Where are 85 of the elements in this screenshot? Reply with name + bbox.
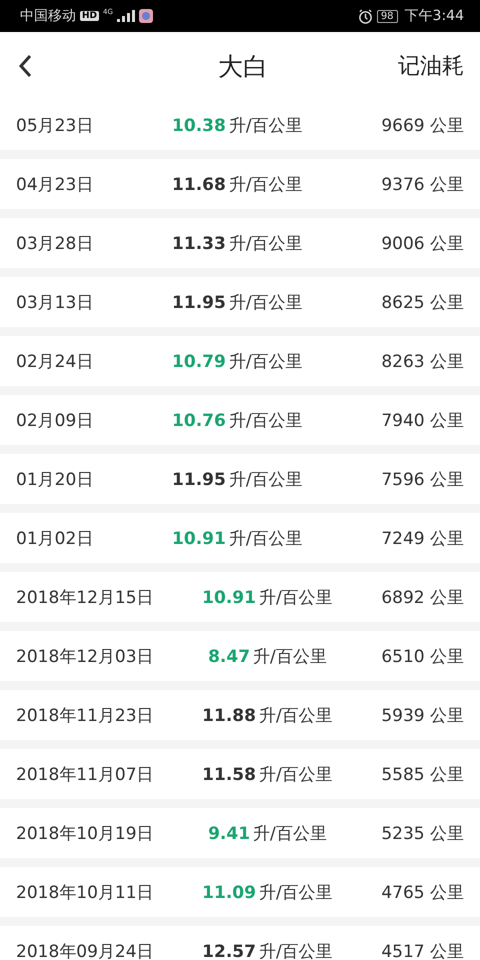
consumption-value: 12.57 — [202, 942, 256, 960]
record-date: 2018年11月07日 — [16, 764, 154, 786]
consumption-value: 11.88 — [202, 706, 256, 726]
consumption-value: 10.76 — [172, 410, 226, 430]
record-date: 2018年12月15日 — [16, 586, 154, 608]
consumption-value: 10.91 — [172, 528, 226, 548]
record-row[interactable]: 01月20日 11.95 升/百公里 7596 公里 — [0, 454, 480, 504]
consumption-value: 10.38 — [172, 116, 226, 136]
record-date: 2018年10月11日 — [16, 882, 154, 904]
record-date: 01月20日 — [16, 468, 94, 490]
consumption-value: 11.58 — [202, 764, 256, 784]
consumption-value: 11.95 — [172, 292, 226, 312]
consumption-unit: 升/百公里 — [253, 646, 327, 668]
consumption-unit: 升/百公里 — [258, 764, 333, 786]
odometer-reading: 5235 公里 — [381, 822, 464, 844]
consumption-unit: 升/百公里 — [228, 468, 303, 490]
odometer-reading: 9669 公里 — [381, 114, 464, 136]
consumption-value: 11.95 — [172, 470, 226, 490]
page-title: 大白 — [217, 50, 269, 82]
record-date: 03月13日 — [16, 292, 94, 314]
consumption-value: 10.91 — [202, 588, 256, 608]
odometer-reading: 8625 公里 — [381, 292, 464, 314]
record-date: 02月24日 — [16, 350, 94, 372]
consumption-value: 11.33 — [172, 234, 226, 254]
record-date: 05月23日 — [16, 114, 94, 136]
clock-time: 下午3:44 — [404, 7, 464, 25]
record-row[interactable]: 2018年10月19日 9.41 升/百公里 5235 公里 — [0, 808, 480, 858]
odometer-reading: 7940 公里 — [381, 410, 464, 432]
consumption-unit: 升/百公里 — [228, 232, 303, 254]
odometer-reading: 5585 公里 — [381, 764, 464, 786]
record-fuel-button[interactable]: 记油耗 — [398, 51, 464, 81]
consumption-unit: 升/百公里 — [253, 822, 327, 844]
odometer-reading: 6892 公里 — [381, 586, 464, 608]
carrier-name: 中国移动 — [20, 7, 76, 25]
consumption-unit: 升/百公里 — [228, 292, 303, 314]
consumption-unit: 升/百公里 — [258, 940, 333, 960]
consumption-value: 10.79 — [172, 352, 226, 372]
hd-badge: HD — [80, 11, 100, 21]
record-row[interactable]: 02月09日 10.76 升/百公里 7940 公里 — [0, 395, 480, 445]
record-date: 2018年11月23日 — [16, 704, 154, 726]
record-date: 01月02日 — [16, 528, 94, 550]
record-row[interactable]: 2018年12月03日 8.47 升/百公里 6510 公里 — [0, 631, 480, 681]
consumption-value: 9.41 — [208, 824, 250, 844]
signal-icon — [116, 10, 135, 22]
record-row[interactable]: 2018年09月24日 12.57 升/百公里 4517 公里 — [0, 926, 480, 960]
odometer-reading: 5939 公里 — [381, 704, 464, 726]
record-row[interactable]: 03月13日 11.95 升/百公里 8625 公里 — [0, 277, 480, 327]
record-row[interactable]: 2018年10月11日 11.09 升/百公里 4765 公里 — [0, 867, 480, 917]
odometer-reading: 4765 公里 — [381, 882, 464, 904]
record-row[interactable]: 2018年11月23日 11.88 升/百公里 5939 公里 — [0, 690, 480, 740]
battery-level: 98 — [376, 10, 398, 22]
consumption-value: 8.47 — [208, 646, 250, 666]
consumption-unit: 升/百公里 — [228, 410, 303, 432]
record-date: 2018年09月24日 — [16, 940, 154, 960]
record-date: 2018年10月19日 — [16, 822, 154, 844]
record-row[interactable]: 04月23日 11.68 升/百公里 9376 公里 — [0, 159, 480, 209]
consumption-unit: 升/百公里 — [228, 350, 303, 372]
back-icon — [18, 54, 32, 78]
consumption-unit: 升/百公里 — [228, 174, 303, 196]
record-row[interactable]: 2018年11月07日 11.58 升/百公里 5585 公里 — [0, 749, 480, 799]
consumption-unit: 升/百公里 — [258, 704, 333, 726]
odometer-reading: 4517 公里 — [381, 940, 464, 960]
app-icon — [138, 9, 153, 23]
odometer-reading: 9376 公里 — [381, 174, 464, 196]
alarm-icon — [358, 8, 373, 24]
odometer-reading: 7596 公里 — [381, 468, 464, 490]
odometer-reading: 8263 公里 — [381, 350, 464, 372]
record-row[interactable]: 01月02日 10.91 升/百公里 7249 公里 — [0, 513, 480, 563]
consumption-value: 11.09 — [202, 882, 256, 902]
record-date: 04月23日 — [16, 174, 94, 196]
consumption-unit: 升/百公里 — [228, 528, 303, 550]
consumption-value: 11.68 — [172, 174, 226, 194]
record-date: 03月28日 — [16, 232, 94, 254]
consumption-unit: 升/百公里 — [258, 586, 333, 608]
consumption-unit: 升/百公里 — [258, 882, 333, 904]
record-date: 02月09日 — [16, 410, 94, 432]
record-row[interactable]: 02月24日 10.79 升/百公里 8263 公里 — [0, 336, 480, 386]
record-row[interactable]: 05月23日 10.38 升/百公里 9669 公里 — [0, 100, 480, 150]
odometer-reading: 7249 公里 — [381, 528, 464, 550]
odometer-reading: 6510 公里 — [381, 646, 464, 668]
record-row[interactable]: 03月28日 11.33 升/百公里 9006 公里 — [0, 218, 480, 268]
record-date: 2018年12月03日 — [16, 646, 154, 668]
odometer-reading: 9006 公里 — [381, 232, 464, 254]
record-row[interactable]: 2018年12月15日 10.91 升/百公里 6892 公里 — [0, 572, 480, 622]
consumption-unit: 升/百公里 — [228, 114, 303, 136]
